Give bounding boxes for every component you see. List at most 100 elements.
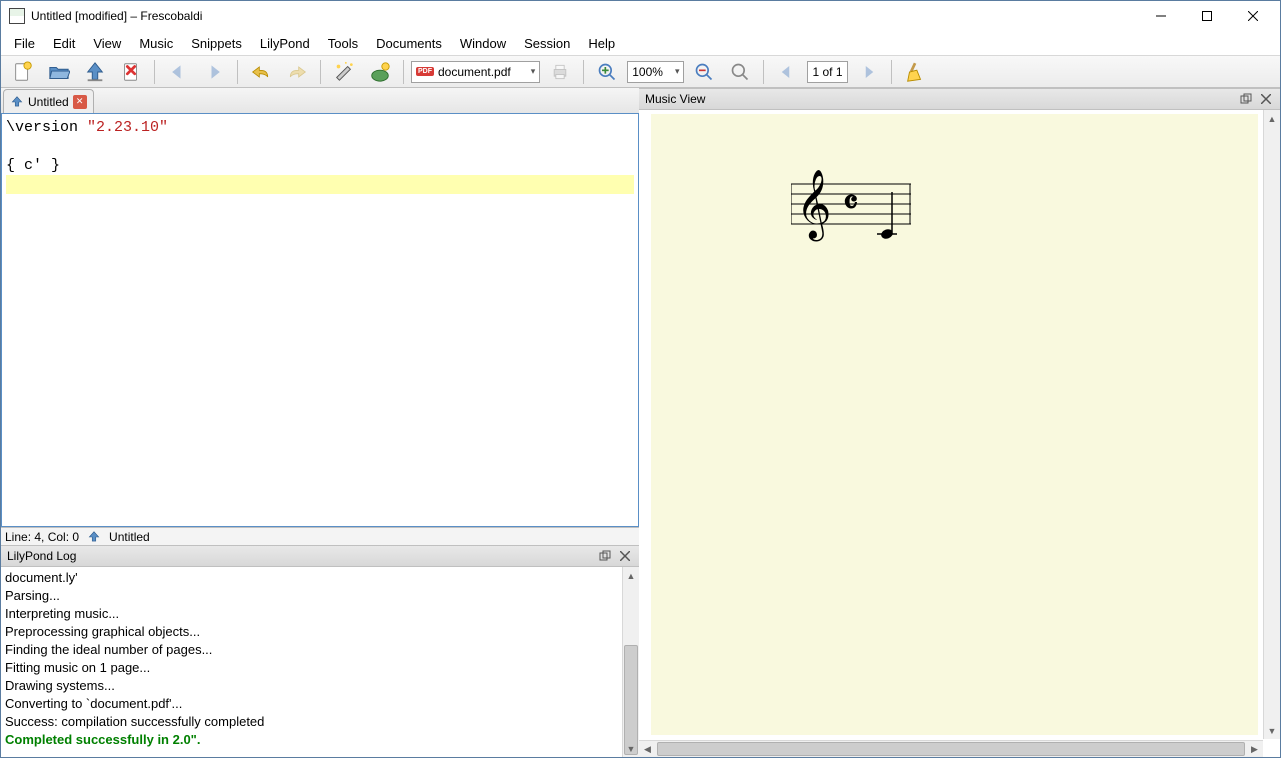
svg-text:𝄴: 𝄴 [843,185,858,222]
editor-panel: Untitled ✕ \version "2.23.10" { c' } Lin… [1,88,639,545]
log-line: Converting to `document.pdf'... [5,695,635,713]
tab-label: Untitled [28,95,69,109]
back-button[interactable] [162,58,194,86]
menu-window[interactable]: Window [451,34,515,53]
next-page-button[interactable] [852,58,884,86]
close-file-button[interactable] [115,58,147,86]
close-button[interactable] [1230,1,1276,31]
log-line: Success: compilation successfully comple… [5,713,635,731]
doc-name: document.pdf [438,65,511,79]
left-column: Untitled ✕ \version "2.23.10" { c' } Lin… [1,88,639,757]
menu-lilypond[interactable]: LilyPond [251,34,319,53]
panel-undock-button[interactable] [597,548,613,564]
status-bar: Line: 4, Col: 0 Untitled [1,527,639,545]
menu-help[interactable]: Help [579,34,624,53]
separator [154,60,155,84]
new-file-button[interactable] [7,58,39,86]
main-area: Untitled ✕ \version "2.23.10" { c' } Lin… [1,88,1280,757]
menubar: File Edit View Music Snippets LilyPond T… [1,31,1280,55]
panel-undock-button[interactable] [1238,91,1254,107]
log-line: Fitting music on 1 page... [5,659,635,677]
chevron-down-icon: ▾ [531,66,536,77]
clear-button[interactable] [899,58,931,86]
scroll-down-icon[interactable]: ▼ [623,740,639,757]
status-doc-name: Untitled [109,530,150,544]
scrollbar-thumb[interactable] [624,645,638,755]
menu-file[interactable]: File [5,34,44,53]
document-tabs: Untitled ✕ [1,88,639,114]
music-vscrollbar[interactable]: ▼ [1263,127,1280,739]
maximize-button[interactable] [1184,1,1230,31]
menu-tools[interactable]: Tools [319,34,367,53]
zoom-value: 100% [632,65,663,79]
document-icon [10,95,24,109]
music-view-title-text: Music View [645,92,705,106]
document-tab[interactable]: Untitled ✕ [3,89,94,113]
separator [403,60,404,84]
page-indicator[interactable]: 1 of 1 [807,61,847,83]
pdf-icon: PDF [416,67,434,76]
chevron-down-icon: ▾ [675,66,680,77]
document-selector[interactable]: PDF document.pdf ▾ [411,61,540,83]
log-panel: LilyPond Log document.ly' Parsing... Int… [1,545,639,757]
log-line: Parsing... [5,587,635,605]
right-column: Music View [639,88,1280,757]
menu-session[interactable]: Session [515,34,579,53]
engrave-button[interactable] [328,58,360,86]
tab-close-icon[interactable]: ✕ [73,95,87,109]
log-panel-title: LilyPond Log [1,545,639,567]
scrollbar-thumb[interactable] [657,742,1245,756]
panel-close-button[interactable] [1258,91,1274,107]
log-success: Completed successfully in 2.0". [5,731,635,749]
log-line: Interpreting music... [5,605,635,623]
prev-page-button[interactable] [771,58,803,86]
panel-close-button[interactable] [617,548,633,564]
zoom-fit-button[interactable] [724,58,756,86]
window-title: Untitled [modified] – Frescobaldi [31,9,1138,23]
scroll-up-icon[interactable]: ▲ [623,567,639,584]
app-icon [9,8,25,24]
log-line: Preprocessing graphical objects... [5,623,635,641]
code-string: "2.23.10" [87,119,168,136]
log-line: Finding the ideal number of pages... [5,641,635,659]
menu-edit[interactable]: Edit [44,34,84,53]
redo-button[interactable] [281,58,313,86]
engrave-custom-button[interactable] [364,58,396,86]
music-hscrollbar[interactable]: ◀ ▶ [639,740,1263,757]
music-view-title: Music View [639,88,1280,110]
scroll-right-icon[interactable]: ▶ [1246,741,1263,757]
zoom-out-button[interactable] [688,58,720,86]
minimize-button[interactable] [1138,1,1184,31]
menu-music[interactable]: Music [130,34,182,53]
log-output[interactable]: document.ly' Parsing... Interpreting mus… [1,567,639,757]
scroll-up-icon[interactable]: ▲ [1263,110,1280,127]
code-text [6,137,634,156]
open-file-button[interactable] [43,58,75,86]
menu-snippets[interactable]: Snippets [182,34,251,53]
zoom-selector[interactable]: 100% ▾ [627,61,684,83]
forward-button[interactable] [198,58,230,86]
titlebar: Untitled [modified] – Frescobaldi [1,1,1280,31]
current-line-highlight [6,175,634,194]
log-scrollbar[interactable]: ▲ ▼ [622,567,639,757]
undo-button[interactable] [245,58,277,86]
code-text: \version [6,119,87,136]
scroll-left-icon[interactable]: ◀ [639,741,656,757]
log-line: document.ly' [5,569,635,587]
separator [320,60,321,84]
save-button[interactable] [79,58,111,86]
print-button[interactable] [544,58,576,86]
zoom-in-button[interactable] [591,58,623,86]
scroll-down-icon[interactable]: ▼ [1264,722,1280,739]
toolbar: PDF document.pdf ▾ 100% ▾ 1 of 1 [1,55,1280,88]
window-buttons [1138,1,1276,31]
music-view[interactable]: 𝄞 𝄴 ▲ ▼ ◀ [639,110,1280,757]
separator [237,60,238,84]
document-icon [87,530,101,544]
music-staff: 𝄞 𝄴 [791,164,931,277]
code-editor[interactable]: \version "2.23.10" { c' } [1,114,639,527]
menu-view[interactable]: View [84,34,130,53]
svg-text:𝄞: 𝄞 [796,170,831,241]
menu-documents[interactable]: Documents [367,34,451,53]
music-page: 𝄞 𝄴 [651,114,1258,735]
